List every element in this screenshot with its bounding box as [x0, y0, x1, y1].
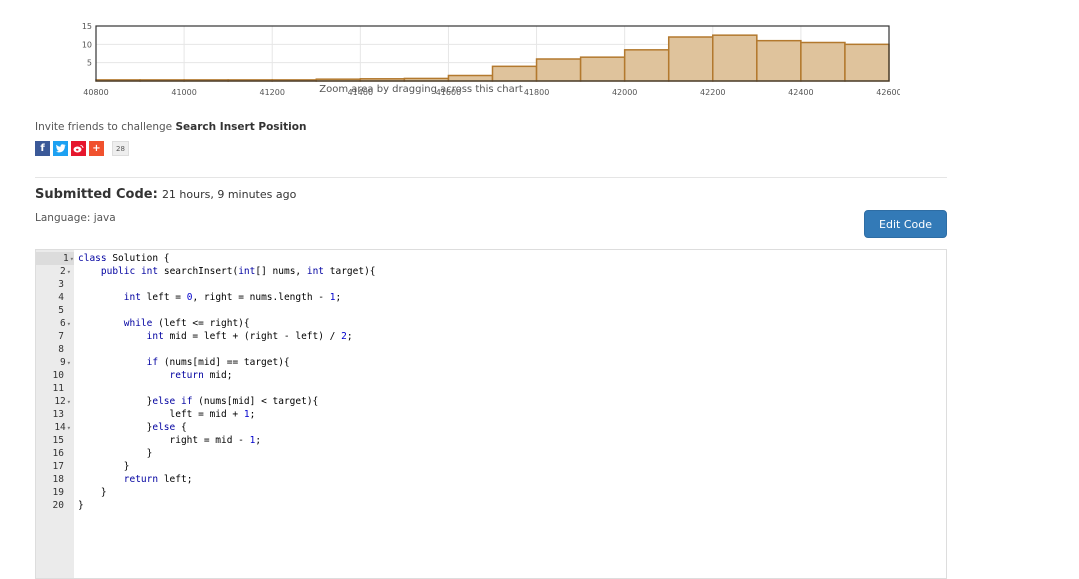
line-number-text: 9: [60, 357, 66, 368]
line-number-text: 4: [58, 292, 64, 303]
code-line[interactable]: int left = 0, right = nums.length - 1;: [78, 291, 341, 304]
fold-arrow-icon[interactable]: ▾: [67, 268, 71, 276]
line-number-gutter: 1▾ 2▾ 3 4 5 6▾ 7 8 9▾ 10 11 12▾ 13 14▾ 15 16 17 18 19 20: [36, 250, 74, 578]
code-line[interactable]: }else if (nums[mid] < target){: [78, 395, 319, 408]
language-label: Language: java: [35, 212, 116, 224]
line-number-text: 10: [52, 370, 64, 381]
y-tick-label: 5: [87, 59, 92, 68]
line-number: 10: [36, 369, 71, 382]
line-number: 6▾: [36, 317, 71, 330]
line-number-text: 15: [52, 435, 64, 446]
line-number: 4: [36, 291, 71, 304]
code-line[interactable]: class Solution {: [78, 252, 170, 265]
line-number-text: 1: [63, 253, 69, 264]
y-tick-label: 15: [82, 22, 92, 31]
line-number-text: 20: [52, 500, 64, 511]
histogram-bar: [844, 43, 890, 82]
line-number-text: 7: [58, 331, 64, 342]
line-number: 5: [36, 304, 71, 317]
line-number-text: 11: [52, 383, 64, 394]
fold-arrow-icon[interactable]: ▾: [67, 398, 71, 406]
fold-arrow-icon[interactable]: ▾: [67, 320, 71, 328]
invite-problem-name: Search Insert Position: [175, 121, 307, 133]
code-line[interactable]: if (nums[mid] == target){: [78, 356, 290, 369]
line-number: 3: [36, 278, 71, 291]
line-number: 18: [36, 473, 71, 486]
twitter-share-icon[interactable]: [53, 141, 68, 156]
histogram-bar: [535, 58, 582, 82]
code-line[interactable]: }: [78, 460, 130, 473]
code-line[interactable]: }else {: [78, 421, 187, 434]
histogram-bar: [447, 74, 494, 82]
code-line[interactable]: }: [78, 499, 84, 512]
line-number-text: 6: [60, 318, 66, 329]
line-number-text: 17: [52, 461, 64, 472]
line-number: 19: [36, 486, 71, 499]
histogram-bar: [623, 49, 670, 82]
line-number-text: 12: [54, 396, 66, 407]
code-line[interactable]: left = mid + 1;: [78, 408, 256, 421]
line-number: 14▾: [36, 421, 71, 434]
chart-caption: Zoom area by dragging across this chart: [319, 84, 523, 95]
code-line[interactable]: return left;: [78, 473, 193, 486]
code-line[interactable]: public int searchInsert(int[] nums, int …: [78, 265, 376, 278]
line-number-text: 3: [58, 279, 64, 290]
line-number-text: 16: [52, 448, 64, 459]
line-number: 16: [36, 447, 71, 460]
histogram-bar: [667, 36, 714, 82]
code-line[interactable]: }: [78, 447, 153, 460]
submission-distribution-chart[interactable]: 5 10 15 40800 41000 41200 41400 41600 41800 42000…: [70, 18, 900, 118]
code-line[interactable]: int mid = left + (right - left) / 2;: [78, 330, 353, 343]
histogram-bar: [491, 65, 538, 82]
line-number: 17: [36, 460, 71, 473]
line-number: 1▾: [36, 252, 74, 265]
invite-prefix: Invite friends to challenge: [35, 121, 173, 133]
line-number: 13: [36, 408, 71, 421]
code-line[interactable]: while (left <= right){: [78, 317, 250, 330]
code-line[interactable]: right = mid - 1;: [78, 434, 262, 447]
line-number: 9▾: [36, 356, 71, 369]
submitted-time: 21 hours, 9 minutes ago: [161, 188, 297, 201]
line-number-text: 14: [54, 422, 66, 433]
more-share-icon[interactable]: +: [89, 141, 104, 156]
submitted-code-label: Submitted Code:: [35, 187, 158, 202]
share-row: f + 28: [35, 141, 129, 157]
submission-info: Submitted Code: 21 hours, 9 minutes ago: [35, 187, 296, 202]
weibo-share-icon[interactable]: [71, 141, 86, 156]
line-number-text: 19: [52, 487, 64, 498]
line-number-text: 8: [58, 344, 64, 355]
code-line[interactable]: }: [78, 486, 107, 499]
line-number: 8: [36, 343, 71, 356]
fold-arrow-icon[interactable]: ▾: [67, 424, 71, 432]
facebook-share-icon[interactable]: f: [35, 141, 50, 156]
edit-code-button[interactable]: Edit Code: [864, 210, 947, 238]
line-number: 11: [36, 382, 71, 395]
y-tick-label: 10: [82, 40, 92, 49]
histogram-bar: [712, 34, 758, 82]
fold-arrow-icon[interactable]: ▾: [70, 255, 74, 263]
histogram-bar: [800, 41, 846, 82]
histogram-bar: [756, 39, 802, 82]
line-number: 7: [36, 330, 71, 343]
histogram-bar: [579, 56, 626, 82]
line-number: 15: [36, 434, 71, 447]
share-count: 28: [112, 141, 129, 156]
line-number-text: 5: [58, 305, 64, 316]
x-tick-label: 42600: [876, 88, 900, 97]
invite-text: Invite friends to challenge Search Inser…: [35, 121, 306, 133]
section-divider: [35, 177, 947, 178]
line-number: 12▾: [36, 395, 71, 408]
line-number-text: 18: [52, 474, 64, 485]
fold-arrow-icon[interactable]: ▾: [67, 359, 71, 367]
code-line[interactable]: return mid;: [78, 369, 233, 382]
line-number-text: 2: [60, 266, 66, 277]
line-number-text: 13: [52, 409, 64, 420]
code-editor[interactable]: 1▾ 2▾ 3 4 5 6▾ 7 8 9▾ 10 11 12▾ 13 14▾ 15 16 17 18 19 20 cl…: [35, 249, 947, 579]
line-number: 2▾: [36, 265, 71, 278]
line-number: 20: [36, 499, 71, 512]
